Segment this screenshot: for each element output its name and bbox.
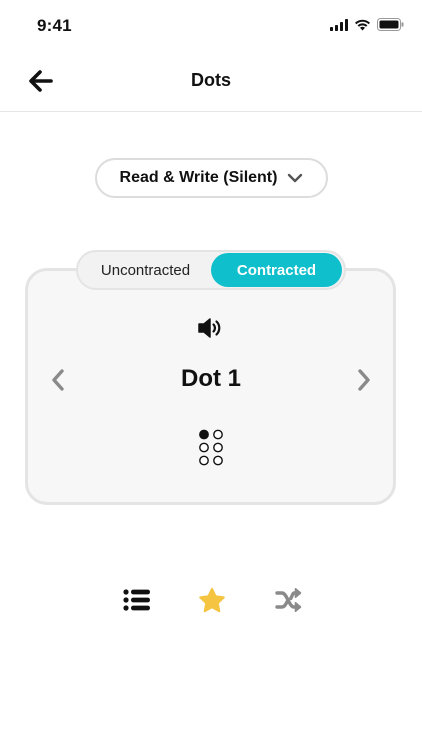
list-button[interactable] xyxy=(122,585,152,615)
favorite-button[interactable] xyxy=(197,585,227,615)
cellular-signal-icon xyxy=(330,18,348,31)
braille-dot-5 xyxy=(213,442,223,453)
list-icon xyxy=(123,589,150,611)
star-icon xyxy=(199,587,225,612)
mode-dropdown-label: Read & Write (Silent) xyxy=(119,169,278,186)
braille-dot-4 xyxy=(213,429,223,440)
status-icons xyxy=(330,18,404,31)
shuffle-icon xyxy=(275,588,302,612)
braille-dot-3 xyxy=(199,455,209,466)
wifi-icon xyxy=(355,19,370,30)
braille-cell xyxy=(199,429,223,466)
speaker-button[interactable] xyxy=(197,316,223,342)
next-button[interactable] xyxy=(353,366,375,394)
shuffle-button[interactable] xyxy=(274,585,304,615)
chevron-down-icon xyxy=(288,173,303,183)
segment-uncontracted[interactable]: Uncontracted xyxy=(80,253,211,287)
battery-icon xyxy=(377,18,404,31)
segment-contracted[interactable]: Contracted xyxy=(211,253,342,287)
mode-dropdown[interactable]: Read & Write (Silent) xyxy=(95,158,328,198)
braille-dot-2 xyxy=(199,442,209,453)
status-time: 9:41 xyxy=(37,16,72,35)
chevron-right-icon xyxy=(358,369,370,391)
contraction-toggle: Uncontracted Contracted xyxy=(76,250,346,290)
braille-dot-6 xyxy=(213,455,223,466)
braille-dot-1 xyxy=(199,429,209,440)
nav-bar: Dots xyxy=(0,52,422,112)
speaker-icon xyxy=(198,318,221,338)
page-title: Dots xyxy=(191,70,231,90)
status-bar: 9:41 xyxy=(0,0,422,52)
